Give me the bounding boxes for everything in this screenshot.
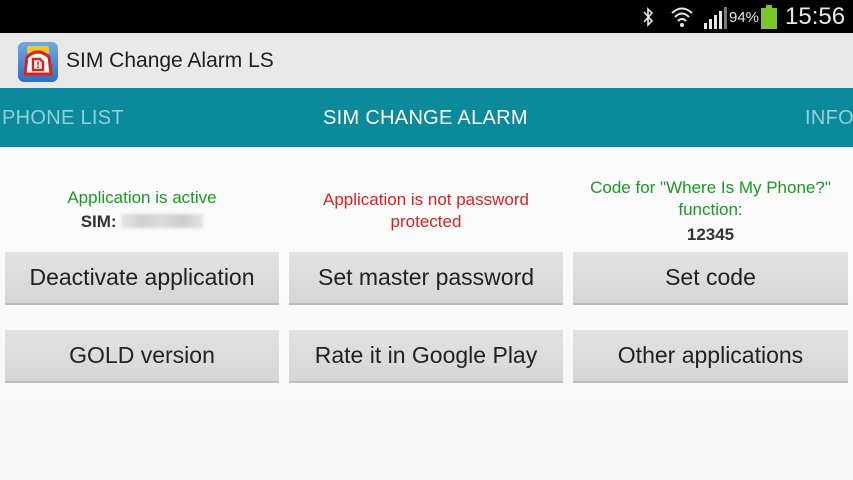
battery-icon: [761, 5, 777, 29]
app-alarm-icon: !: [18, 42, 58, 82]
active-status-text: Application is active: [67, 188, 217, 207]
sim-line: SIM:: [5, 211, 279, 233]
deactivate-application-button[interactable]: Deactivate application: [5, 252, 279, 305]
code-status: Code for "Where Is My Phone?" function: …: [573, 177, 848, 246]
code-description: Code for "Where Is My Phone?" function:: [590, 178, 831, 219]
password-status-text: Application is not password protected: [322, 190, 529, 231]
code-value: 12345: [686, 225, 735, 244]
battery-percent: 94%: [729, 9, 760, 26]
bluetooth-icon: [643, 7, 654, 27]
tab-sim-change-alarm[interactable]: SIM CHANGE ALARM: [323, 107, 528, 130]
tab-phone-list[interactable]: PHONE LIST: [2, 107, 124, 130]
tab-info[interactable]: INFO: [805, 107, 853, 130]
set-code-button[interactable]: Set code: [573, 252, 848, 305]
action-bar: ! SIM Change Alarm LS: [0, 33, 853, 88]
svg-text:!: !: [36, 61, 40, 71]
clock: 15:56: [785, 3, 846, 30]
activation-status: Application is active SIM:: [5, 187, 279, 233]
sim-number-redacted: [121, 214, 204, 228]
wifi-icon: [671, 7, 693, 27]
app-title: SIM Change Alarm LS: [66, 49, 274, 72]
other-applications-button[interactable]: Other applications: [573, 330, 848, 383]
gold-version-button[interactable]: GOLD version: [5, 330, 279, 383]
signal-icon: [704, 7, 727, 29]
sim-label: SIM:: [80, 212, 117, 231]
rate-google-play-button[interactable]: Rate it in Google Play: [289, 330, 563, 383]
status-bar: 94% 15:56: [0, 0, 853, 33]
set-master-password-button[interactable]: Set master password: [289, 252, 563, 305]
tab-bar: PHONE LIST SIM CHANGE ALARM INFO: [0, 88, 853, 147]
